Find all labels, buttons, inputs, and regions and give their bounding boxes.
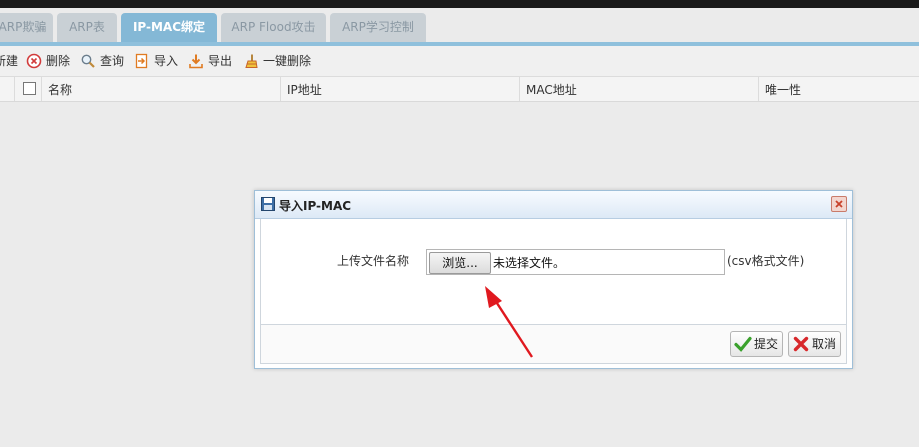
- upload-file-label: 上传文件名称: [337, 254, 410, 268]
- tab-arp-learning[interactable]: ARP学习控制: [330, 13, 426, 42]
- cancel-button[interactable]: 取消: [788, 331, 841, 357]
- new-button[interactable]: 新建: [0, 53, 18, 69]
- import-dialog: 导入IP-MAC 上传文件名称 浏览... 未选择文件。 (csv格式文件) 提…: [254, 190, 853, 369]
- file-input[interactable]: 浏览... 未选择文件。: [426, 249, 725, 275]
- column-divider: [14, 77, 15, 101]
- no-file-text: 未选择文件。: [493, 256, 566, 270]
- cancel-label: 取消: [812, 337, 837, 351]
- import-label: 导入: [154, 54, 179, 68]
- search-icon: [81, 54, 95, 68]
- export-label: 导出: [208, 54, 233, 68]
- column-divider: [758, 77, 759, 101]
- column-header-ip[interactable]: IP地址: [287, 81, 322, 98]
- dialog-title: 导入IP-MAC: [279, 199, 352, 213]
- tab-label: IP-MAC绑定: [132, 20, 206, 34]
- column-header-mac[interactable]: MAC地址: [526, 81, 577, 98]
- column-divider: [519, 77, 520, 101]
- delete-label: 删除: [46, 54, 71, 68]
- dialog-body: 上传文件名称 浏览... 未选择文件。 (csv格式文件): [260, 219, 847, 325]
- cancel-icon: [793, 336, 809, 352]
- query-label: 查询: [100, 54, 125, 68]
- check-icon: [734, 336, 752, 352]
- file-format-hint: (csv格式文件): [727, 254, 805, 268]
- tab-arp-flood[interactable]: ARP Flood攻击: [221, 13, 326, 42]
- toolbar: 新建 删除 查询 导入 导出 一键删除: [0, 46, 919, 77]
- close-button[interactable]: [831, 196, 847, 212]
- tab-ip-mac-binding[interactable]: IP-MAC绑定: [121, 13, 217, 42]
- tab-label: ARP Flood攻击: [231, 20, 316, 34]
- column-divider: [41, 77, 42, 101]
- tab-label: ARP学习控制: [342, 20, 414, 34]
- column-header-name[interactable]: 名称: [48, 81, 72, 98]
- dialog-header[interactable]: 导入IP-MAC: [255, 191, 852, 219]
- close-icon: [835, 200, 843, 208]
- column-divider: [280, 77, 281, 101]
- table-header: 名称 IP地址 MAC地址 唯一性: [0, 77, 919, 102]
- save-icon: [261, 197, 275, 211]
- delete-all-label: 一键删除: [263, 54, 312, 68]
- import-icon: [135, 53, 148, 69]
- tab-arp-spoofing[interactable]: ARP欺骗: [0, 13, 53, 42]
- new-label: 新建: [0, 54, 19, 68]
- export-icon: [189, 54, 203, 69]
- browse-button[interactable]: 浏览...: [429, 252, 491, 274]
- tab-arp-table[interactable]: ARP表: [57, 13, 117, 42]
- dialog-footer: 提交 取消: [260, 324, 847, 364]
- tab-label: ARP欺骗: [0, 20, 47, 34]
- tab-label: ARP表: [69, 20, 105, 34]
- submit-button[interactable]: 提交: [730, 331, 783, 357]
- submit-label: 提交: [754, 337, 779, 351]
- tab-strip: ARP欺骗 ARP表 IP-MAC绑定 ARP Flood攻击 ARP学习控制: [0, 8, 919, 42]
- broom-icon: [245, 54, 258, 68]
- delete-icon: [26, 53, 42, 69]
- select-all-checkbox[interactable]: [23, 82, 36, 95]
- window-top-bar: [0, 0, 919, 8]
- column-header-unique[interactable]: 唯一性: [765, 81, 801, 98]
